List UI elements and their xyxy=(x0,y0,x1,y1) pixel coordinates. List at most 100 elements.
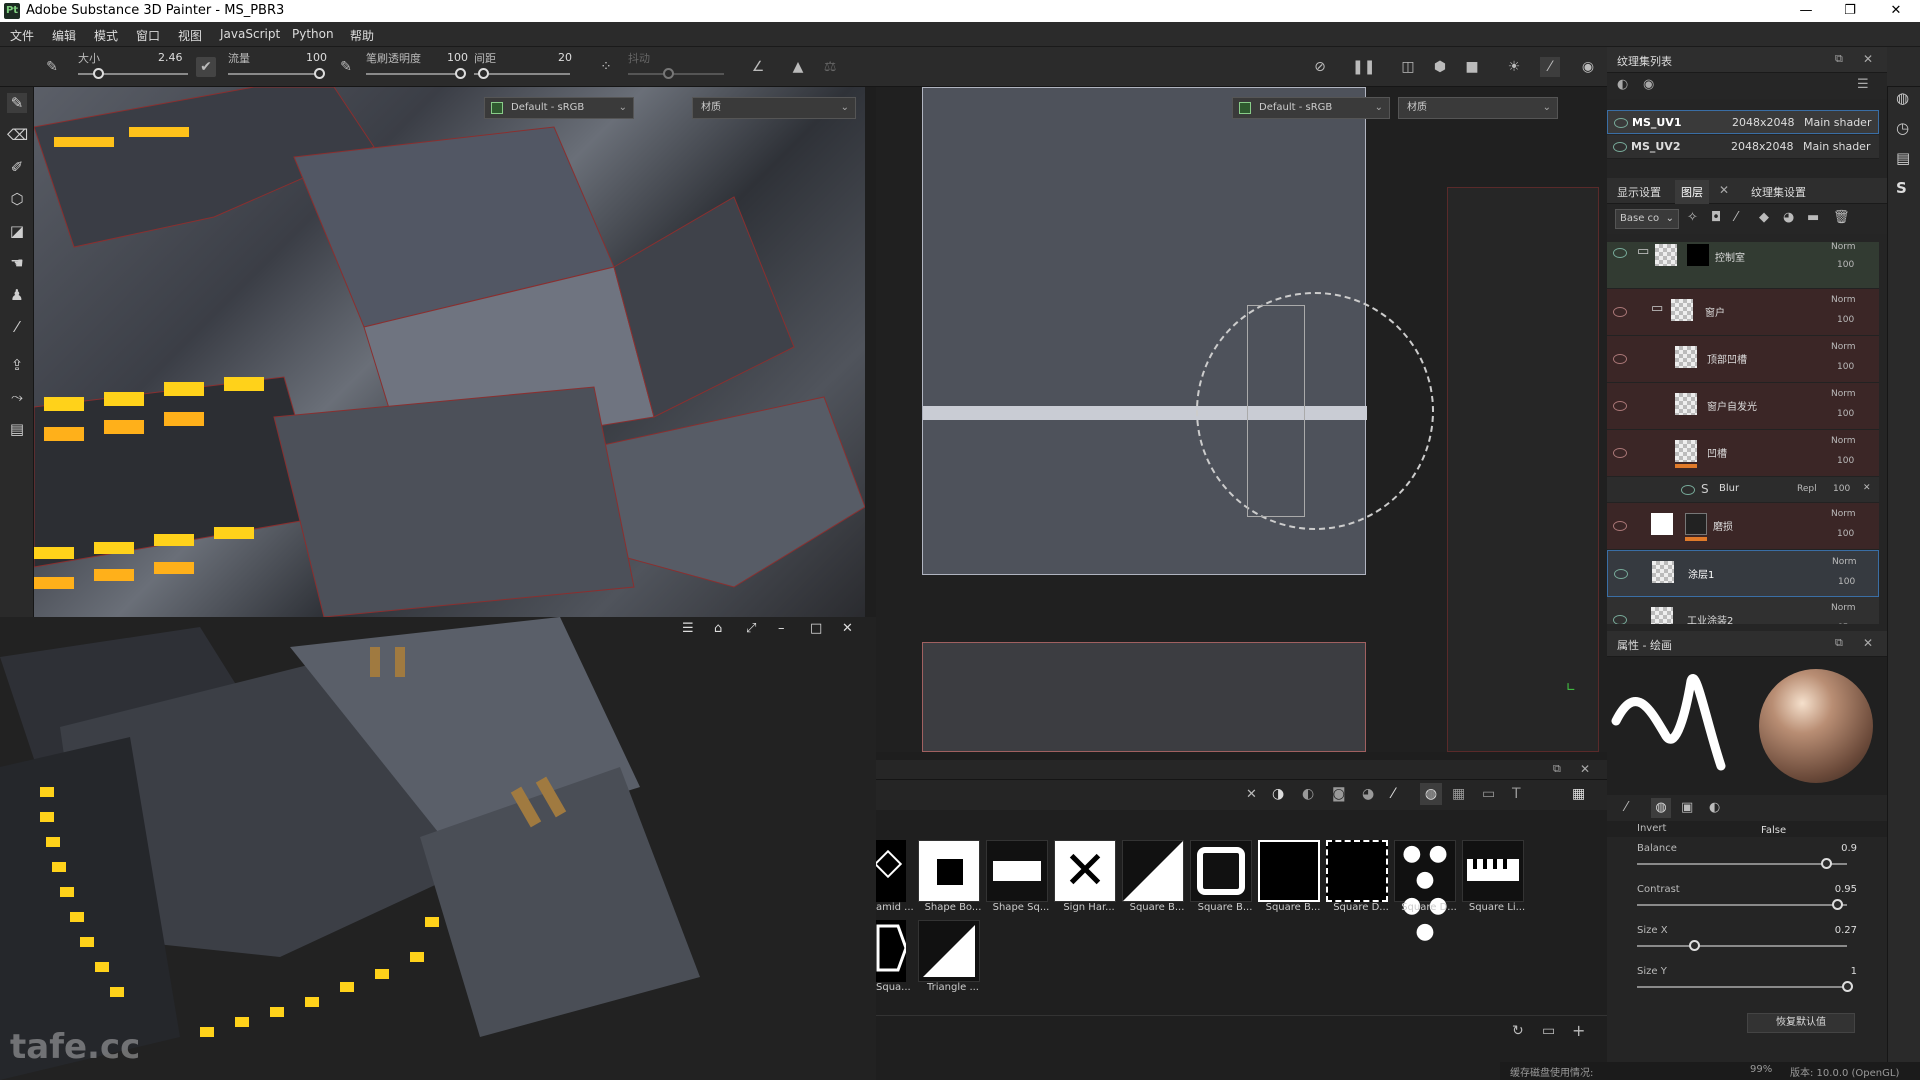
substance-icon[interactable]: S xyxy=(1896,179,1907,197)
spacing-slider-handle[interactable] xyxy=(478,68,489,79)
add-fill-layer-icon[interactable]: ◆ xyxy=(1759,210,1769,225)
flow-value[interactable]: 100 xyxy=(306,51,327,64)
grid-view-icon[interactable]: ▦ xyxy=(1572,786,1585,802)
param-slider[interactable] xyxy=(1637,904,1847,906)
camera-icon[interactable]: ■ xyxy=(1462,57,1482,77)
list-item[interactable]: Shape Sq... xyxy=(986,840,1056,913)
generators-filter-icon[interactable]: ◕ xyxy=(1362,786,1374,802)
effect-opacity[interactable]: 100 xyxy=(1833,484,1850,494)
close-shelf-icon[interactable]: ✕ xyxy=(1580,762,1590,776)
param-value[interactable]: 1 xyxy=(1851,966,1857,977)
opacity-pressure-icon[interactable]: ✎ xyxy=(336,57,356,77)
layer-row[interactable]: 涂层1 Norm 100 xyxy=(1607,550,1879,597)
tab-display-settings[interactable]: 显示设置 xyxy=(1617,184,1661,200)
layer-opacity[interactable]: 100 xyxy=(1838,577,1855,587)
eye-icon[interactable] xyxy=(1681,485,1695,495)
menu-icon[interactable]: ☰ xyxy=(682,621,694,636)
list-item[interactable]: Square D... xyxy=(1326,840,1396,913)
close-window-button[interactable]: ✕ xyxy=(1876,0,1916,22)
param-slider-handle[interactable] xyxy=(1688,940,1700,951)
effect-row[interactable]: S Blur Repl 100 ✕ xyxy=(1607,477,1879,503)
eye-icon[interactable] xyxy=(1613,401,1627,411)
close-icon[interactable]: ✕ xyxy=(842,621,853,636)
folder-icon[interactable]: ▬ xyxy=(1807,210,1819,225)
layer-row[interactable]: 磨损 Norm 100 xyxy=(1607,503,1879,550)
layer-opacity[interactable]: 100 xyxy=(1837,362,1854,372)
folder-icon[interactable]: ▭ xyxy=(1542,1023,1555,1039)
brushes-filter-icon[interactable]: ⁄ xyxy=(1392,786,1394,802)
menu-window[interactable]: 窗口 xyxy=(136,27,160,44)
minimize-button[interactable]: — xyxy=(1786,0,1826,22)
add-mask-icon[interactable]: ◘ xyxy=(1711,210,1721,225)
material-icon[interactable]: ◐ xyxy=(1709,800,1720,815)
brush-preset-icon[interactable]: ✎ xyxy=(42,57,62,77)
param-value[interactable]: 0.27 xyxy=(1835,925,1857,936)
menu-view[interactable]: 视图 xyxy=(178,27,202,44)
list-item[interactable]: amid ... xyxy=(873,840,914,913)
spacing-value[interactable]: 20 xyxy=(558,51,572,64)
layer-opacity[interactable]: 100 xyxy=(1837,529,1854,539)
menu-javascript[interactable]: JavaScript xyxy=(220,27,280,41)
screenshot-icon[interactable]: ◉ xyxy=(1578,57,1598,77)
layer-row[interactable]: 凹槽 Norm 100 xyxy=(1607,430,1879,477)
delete-icon[interactable]: 🗑 xyxy=(1833,210,1850,225)
layer-opacity[interactable]: 100 xyxy=(1837,315,1854,325)
list-item[interactable]: Square Li... xyxy=(1462,840,1532,913)
clear-filter-icon[interactable]: ✕ xyxy=(1246,787,1257,802)
list-item[interactable]: Square B... xyxy=(1258,840,1328,913)
eye-icon[interactable] xyxy=(1614,118,1628,128)
menu-help[interactable]: 帮助 xyxy=(350,27,374,44)
size-slider-handle[interactable] xyxy=(93,68,104,79)
refresh-icon[interactable]: ↻ xyxy=(1512,1023,1524,1039)
remove-effect-icon[interactable]: ✕ xyxy=(1863,483,1871,493)
alphas-filter-icon[interactable]: ◍ xyxy=(1420,783,1442,805)
brush-icon[interactable]: ⁄ xyxy=(1625,800,1627,815)
list-item[interactable]: Triangle ... xyxy=(918,920,988,993)
layer-row[interactable]: 窗户自发光 Norm 100 xyxy=(1607,383,1879,430)
layer-row[interactable]: ▭ 控制室 Norm 100 xyxy=(1607,242,1879,289)
split-view-icon[interactable]: ◫ xyxy=(1398,57,1418,77)
pen-pressure-icon[interactable]: ✔ xyxy=(196,57,216,77)
layer-blend-mode[interactable]: Norm xyxy=(1831,389,1856,399)
jitter-icon[interactable]: ⁘ xyxy=(596,57,616,77)
procedurals-filter-icon[interactable]: ▦ xyxy=(1452,786,1465,802)
size-value[interactable]: 2.46 xyxy=(158,51,183,64)
viewport-3d[interactable]: Default - sRGB ⌄ 材质 ⌄ xyxy=(34,87,865,617)
geometry-fill-icon[interactable]: ◪ xyxy=(7,221,27,241)
list-item[interactable]: Square B... xyxy=(1190,840,1260,913)
layer-blend-mode[interactable]: Norm xyxy=(1831,242,1856,252)
opacity-slider-handle[interactable] xyxy=(455,68,466,79)
close-tab-icon[interactable]: ✕ xyxy=(1719,183,1729,197)
layer-row[interactable]: ▭ 窗户 Norm 100 xyxy=(1607,289,1879,336)
list-item[interactable]: ● ● ● ● ● ● Square D... xyxy=(1394,840,1464,944)
eye-icon[interactable] xyxy=(1613,248,1627,258)
path-tool-icon[interactable]: ⤳ xyxy=(7,387,27,407)
param-value[interactable]: 0.9 xyxy=(1841,843,1857,854)
maximize-icon[interactable]: □ xyxy=(810,621,822,636)
list-item[interactable]: Squa... xyxy=(876,920,911,993)
bake-icon[interactable]: ⇪ xyxy=(7,355,27,375)
texture-set-row[interactable]: MS_UV1 2048x2048 Main shader xyxy=(1607,110,1879,134)
channel-dropdown[interactable]: Base co ⌄ xyxy=(1615,209,1679,229)
param-slider-handle[interactable] xyxy=(1842,981,1853,992)
float-panel-icon[interactable]: ⧉ xyxy=(1553,762,1561,776)
layer-row[interactable]: 工业涂装2 Norm 65 xyxy=(1607,597,1879,624)
text-tool-icon[interactable]: ▤ xyxy=(7,419,27,439)
menu-python[interactable]: Python xyxy=(292,27,334,41)
flow-slider[interactable] xyxy=(228,73,320,75)
left-colorspace-dropdown[interactable]: Default - sRGB ⌄ xyxy=(484,97,634,119)
add-group-icon[interactable]: ◕ xyxy=(1783,210,1794,225)
left-channel-dropdown[interactable]: 材质 ⌄ xyxy=(692,97,856,119)
eye-icon[interactable] xyxy=(1614,569,1628,579)
hide-brush-icon[interactable]: ⊘ xyxy=(1310,57,1330,77)
layer-row[interactable]: 顶部凹槽 Norm 100 xyxy=(1607,336,1879,383)
projection-tool-icon[interactable]: ✐ xyxy=(7,157,27,177)
floating-viewport[interactable]: tafe.cc ☰ ⌂ ⤢ – □ ✕ xyxy=(0,617,876,1080)
paint-tool-icon[interactable]: ✎ xyxy=(7,93,27,113)
pin-icon[interactable]: ⌂ xyxy=(714,621,722,636)
eye-icon[interactable] xyxy=(1613,448,1627,458)
close-panel-icon[interactable]: ✕ xyxy=(1863,52,1873,66)
texture-set-row[interactable]: MS_UV2 2048x2048 Main shader xyxy=(1607,135,1879,159)
menu-mode[interactable]: 模式 xyxy=(94,27,118,44)
stencil-icon[interactable]: ▣ xyxy=(1681,800,1693,815)
